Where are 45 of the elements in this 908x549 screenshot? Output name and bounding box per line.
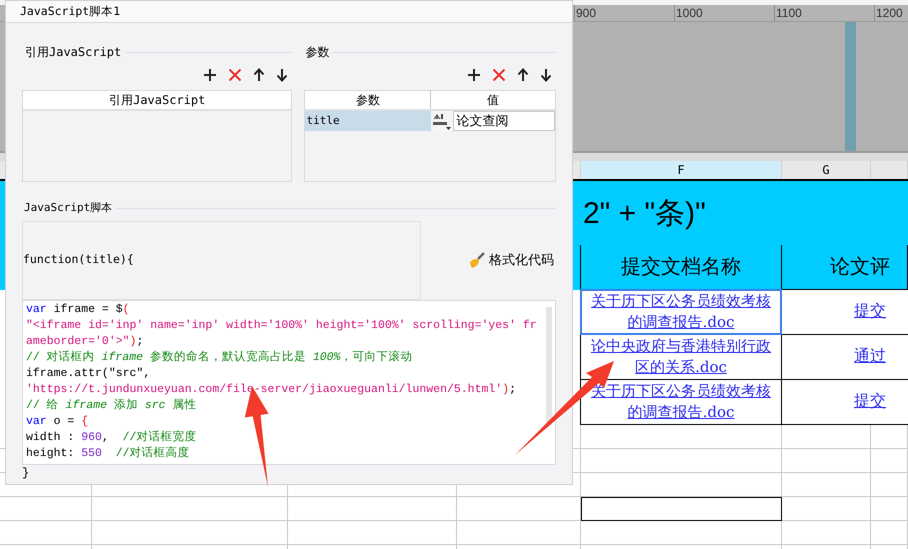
ruler-label: 1000 [676,6,703,20]
format-code-button[interactable]: 格式化代码 [468,250,556,270]
section-label: 参数 [305,44,330,61]
empty-cell[interactable] [581,497,782,521]
code-text: } [22,464,30,480]
code-editor[interactable] [22,300,556,464]
ruler-label: 1100 [776,6,802,20]
delete-icon[interactable] [228,68,242,82]
broom-icon [468,251,486,269]
code-line: var iframe = $( [26,302,131,318]
function-signature: function(title){ [22,220,421,300]
column-header: 参数 [305,91,432,109]
banner-text: 2" + "条)" [583,196,706,232]
code-line: "<iframe id='inp' name='inp' width='100%' height='100%' scrolling='yes' fr [26,318,538,334]
section-label: JavaScript脚本 [24,200,112,216]
move-up-icon[interactable] [253,68,266,82]
add-icon[interactable] [203,68,218,82]
delete-icon[interactable] [492,68,506,82]
text-type-icon[interactable] [431,111,454,131]
column-header: 值 [486,92,500,109]
code-line: iframe.attr("src", [26,366,152,382]
column-header[interactable]: F [581,161,782,179]
move-down-icon[interactable] [540,68,552,82]
move-up-icon[interactable] [517,68,529,82]
value-field[interactable]: 论文查阅 [453,111,555,131]
code-line: width : 960, //对话框宽度 [26,430,198,446]
column-title: 提交文档名称 [580,245,782,290]
status-link[interactable]: 提交 [854,300,886,324]
parameter-name-cell[interactable]: title [305,111,432,131]
code-line: var o = { [26,414,90,430]
ruler-label: 1200 [876,6,903,20]
code-line: // 对话框内 iframe 参数的命名，默认宽高占比是 100%，可向下滚动 [26,350,414,366]
code-line: ameborder='0'>"); [26,334,144,350]
column-title: 论文评 [782,245,908,290]
status-link[interactable]: 通过 [854,345,886,369]
code-line: // 给 iframe 添加 src 属性 [26,398,198,414]
column-header: 引用JavaScript [23,91,292,111]
window-title: JavaScript脚本1 [20,2,120,20]
scrollbar[interactable] [546,306,552,424]
status-link[interactable]: 提交 [854,390,886,414]
move-down-icon[interactable] [276,68,288,82]
add-icon[interactable] [467,68,481,82]
code-line: height: 550 //对话框高度 [26,446,191,462]
section-label: 引用JavaScript [25,44,122,61]
ruler-label: 900 [576,6,596,20]
